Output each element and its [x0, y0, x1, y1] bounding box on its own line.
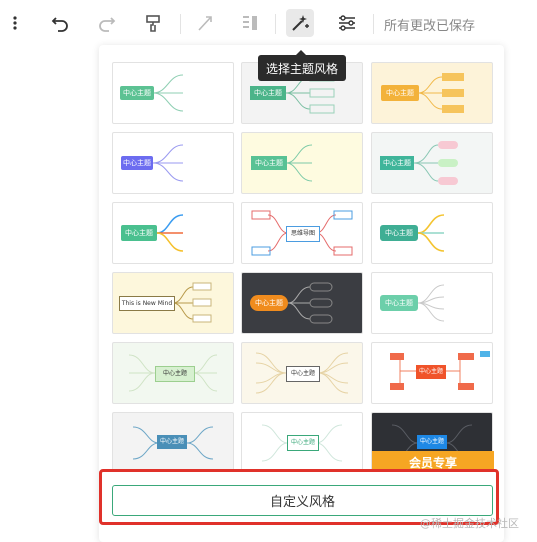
theme-card[interactable]: 中心主题 [112, 342, 234, 404]
theme-card-title: 思维导图 [286, 226, 320, 242]
theme-card-title: 中心主题 [121, 225, 157, 241]
theme-card-title: 中心主题 [157, 435, 187, 449]
theme-card[interactable]: 中心主题 [241, 412, 363, 474]
theme-card[interactable]: 中心主题 [371, 62, 493, 124]
connector-icon[interactable] [191, 9, 219, 37]
theme-card-title: 中心主题 [380, 225, 418, 241]
theme-card[interactable]: 中心主题 [241, 342, 363, 404]
theme-card-title: 中心主题 [380, 295, 418, 311]
tooltip: 选择主题风格 [258, 50, 346, 81]
save-status: 所有更改已保存 [384, 19, 476, 34]
theme-card[interactable]: 中心主题 [112, 62, 234, 124]
toolbar-divider [275, 14, 276, 34]
theme-card-title: 中心主题 [417, 435, 447, 449]
toolbar-divider [373, 14, 374, 34]
redo-icon[interactable] [93, 9, 121, 37]
theme-card[interactable]: 中心主题 [371, 342, 493, 404]
more-vertical-icon[interactable] [1, 9, 29, 37]
theme-card-title: This is New Mind [119, 296, 175, 311]
undo-icon[interactable] [46, 9, 74, 37]
theme-card-title: 中心主题 [250, 295, 288, 311]
layout-icon[interactable] [236, 9, 264, 37]
theme-card-title: 中心主题 [286, 366, 320, 382]
theme-card-title: 中心主题 [120, 86, 154, 100]
theme-card-title: 中心主题 [251, 156, 287, 170]
theme-card-title: 中心主题 [380, 156, 414, 170]
theme-card[interactable]: 思维导图 [241, 202, 363, 264]
theme-card-title: 中心主题 [287, 435, 319, 451]
theme-card-title: 中心主题 [416, 365, 446, 379]
canvas-right [504, 48, 537, 542]
toolbar: 所有更改已保存 [0, 0, 537, 48]
toolbar-divider [180, 14, 181, 34]
theme-card[interactable]: 中心主题 [112, 132, 234, 194]
theme-card[interactable]: 中心主题 [241, 132, 363, 194]
watermark: @稀土掘金技术社区 [420, 517, 519, 530]
theme-card[interactable]: 中心主题 [371, 272, 493, 334]
theme-card[interactable]: This is New Mind [112, 272, 234, 334]
theme-card-title: 中心主题 [381, 85, 419, 101]
canvas-left [0, 48, 99, 542]
theme-card[interactable]: 中心主题 [112, 412, 234, 474]
theme-card-title: 中心主题 [250, 86, 286, 100]
theme-card[interactable]: 中心主题 [371, 132, 493, 194]
theme-card[interactable]: 中心主题 [241, 272, 363, 334]
format-painter-icon[interactable] [139, 9, 167, 37]
theme-card-title: 中心主题 [155, 366, 195, 382]
theme-card-title: 中心主题 [121, 156, 153, 170]
structure-icon[interactable] [333, 9, 361, 37]
theme-card[interactable]: 中心主题 [371, 202, 493, 264]
magic-wand-icon[interactable] [286, 9, 314, 37]
theme-card[interactable]: 中心主题 [112, 202, 234, 264]
